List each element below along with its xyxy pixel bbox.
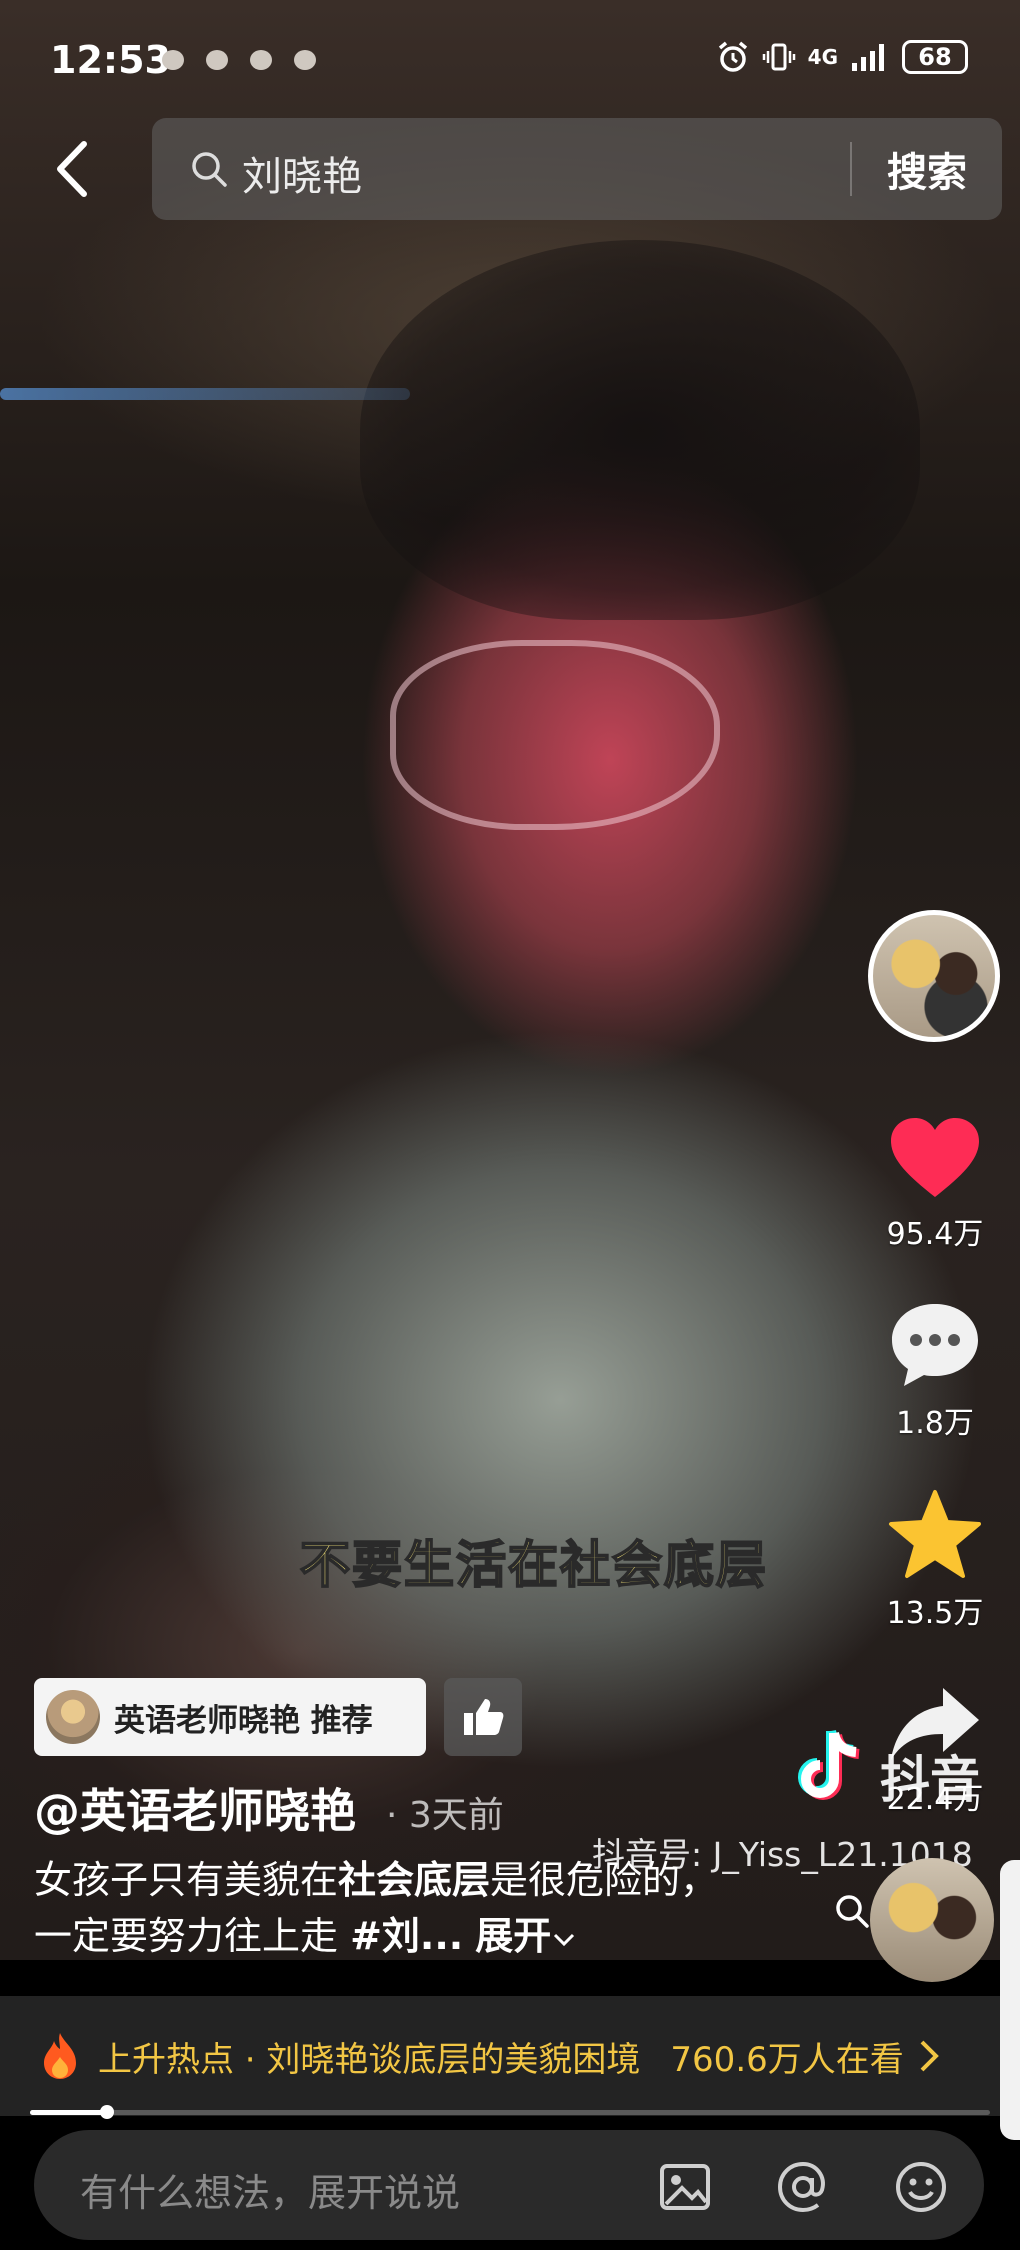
notification-icon — [294, 50, 316, 70]
search-bar[interactable]: 刘晓艳 搜索 — [152, 118, 1002, 220]
status-time: 12:53 — [50, 38, 171, 82]
side-drawer-handle[interactable] — [1000, 1860, 1020, 2140]
description-text: 女孩子只有美貌在 — [34, 1858, 339, 1902]
notification-icon — [162, 50, 184, 70]
battery-icon: 68 — [902, 40, 968, 74]
recommend-thumb-button[interactable] — [444, 1678, 522, 1756]
status-indicators: 4G 68 — [716, 40, 968, 74]
expand-button[interactable]: 展开 — [475, 1914, 577, 1958]
video-light-strip — [0, 388, 410, 400]
emoji-icon[interactable] — [892, 2158, 950, 2216]
author-line: @英语老师晓艳 · 3天前 — [34, 1775, 504, 1841]
thumbs-up-icon — [464, 1699, 504, 1735]
video-progress-fill — [30, 2110, 107, 2115]
search-input[interactable]: 刘晓艳 — [242, 144, 362, 202]
chevron-right-icon — [920, 2040, 939, 2072]
like-count: 95.4万 — [886, 1217, 984, 1252]
status-bar: 12:53 4G 68 — [0, 0, 1020, 120]
comment-icon — [892, 1304, 978, 1386]
search-icon[interactable] — [834, 1893, 870, 1929]
video-glasses-shape — [390, 640, 720, 830]
recommend-chip[interactable]: 英语老师晓艳 推荐 — [34, 1678, 426, 1756]
comment-button[interactable]: 1.8万 — [872, 1300, 998, 1442]
alarm-icon — [718, 41, 747, 72]
watermark-brand: 抖音 — [880, 1751, 980, 1809]
author-avatar[interactable] — [868, 910, 1000, 1042]
chevron-down-icon — [554, 1933, 575, 1947]
mention-icon[interactable] — [774, 2158, 832, 2216]
hot-topic-text: 上升热点 · 刘晓艳谈底层的美貌困境 — [98, 2039, 641, 2080]
recommend-avatar — [46, 1690, 100, 1744]
image-icon[interactable] — [656, 2158, 714, 2216]
favorite-button[interactable]: 13.5万 — [872, 1488, 998, 1632]
description-highlight: 社会底层 — [338, 1858, 491, 1902]
video-player[interactable] — [0, 0, 1020, 1960]
comment-input[interactable]: 有什么想法，展开说说 — [80, 2162, 460, 2217]
heart-icon — [891, 1118, 979, 1197]
video-progress-knob[interactable] — [99, 2105, 114, 2119]
hot-topic-viewers: 760.6万人在看 — [670, 2039, 904, 2080]
back-icon[interactable] — [48, 138, 98, 200]
network-type: 4G — [807, 45, 838, 69]
vibrate-icon — [762, 43, 795, 71]
notification-icon — [206, 50, 228, 70]
search-icon — [192, 152, 227, 187]
star-icon — [889, 1490, 981, 1578]
video-subtitle: 不要生活在社会底层 — [299, 1535, 768, 1595]
author-avatar-small[interactable] — [870, 1858, 994, 1982]
expand-label: 展开 — [475, 1914, 552, 1958]
fire-icon — [44, 2033, 76, 2079]
video-progress-bar[interactable] — [30, 2105, 990, 2119]
hashtag-link[interactable]: #刘... — [350, 1914, 463, 1958]
post-time: · 3天前 — [386, 1795, 504, 1836]
video-hair-shape — [360, 240, 920, 620]
video-description[interactable]: 女孩子只有美貌在社会底层是很危险的，一定要努力往上走 #刘... 展开 — [34, 1852, 734, 1964]
notification-icon — [250, 50, 272, 70]
tiktok-logo-icon — [798, 1729, 860, 1800]
recommend-label: 英语老师晓艳 推荐 — [114, 1702, 373, 1739]
notification-icons — [162, 50, 316, 70]
like-button[interactable]: 95.4万 — [872, 1115, 998, 1253]
battery-level: 68 — [918, 43, 952, 71]
hot-topic-bar[interactable]: 上升热点 · 刘晓艳谈底层的美貌困境 760.6万人在看 — [0, 1996, 1000, 2116]
favorite-count: 13.5万 — [886, 1596, 984, 1631]
comment-count: 1.8万 — [896, 1406, 974, 1441]
comment-input-bar[interactable]: 有什么想法，展开说说 — [34, 2130, 984, 2240]
search-button[interactable]: 搜索 — [852, 118, 1002, 220]
author-handle[interactable]: @英语老师晓艳 — [34, 1775, 356, 1841]
signal-icon — [852, 44, 884, 71]
